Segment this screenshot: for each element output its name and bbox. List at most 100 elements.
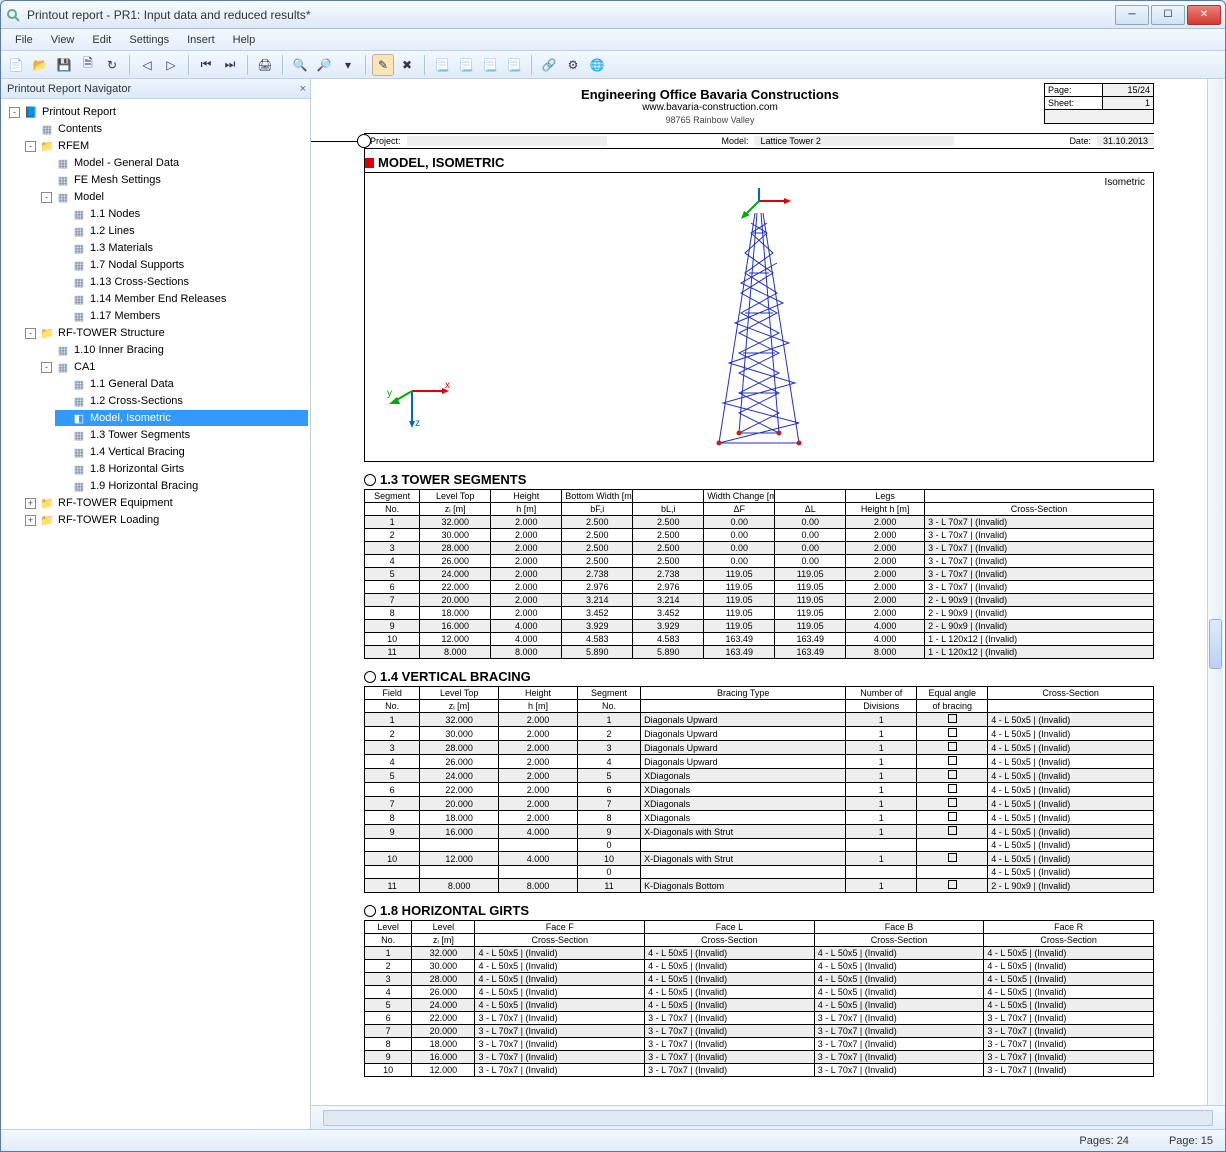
nav-first-icon[interactable]: ◁ — [136, 54, 158, 76]
zoom-in-icon[interactable]: 🔍 — [289, 54, 311, 76]
tree-item[interactable]: -📁RF-TOWER Structure — [23, 325, 308, 341]
tree-item[interactable]: ▦Model - General Data — [39, 155, 308, 171]
settings-icon[interactable]: ⚙ — [562, 54, 584, 76]
table-row: 132.0002.0002.5002.5000.000.002.0003 - L… — [365, 516, 1154, 529]
doc4-icon[interactable]: 📃 — [503, 54, 525, 76]
table-header: Divisions — [846, 700, 917, 713]
tree-item[interactable]: -▦CA1 — [39, 359, 308, 375]
table-cell: XDiagonals — [641, 769, 846, 783]
zoom-out-icon[interactable]: 🔎 — [313, 54, 335, 76]
tree-toggle-icon[interactable]: - — [9, 107, 20, 118]
table-cell: 4 - L 50x5 | (Invalid) — [475, 999, 645, 1012]
tree-item[interactable]: ▦1.2 Lines — [55, 223, 308, 239]
table-header: Face L — [645, 921, 815, 934]
scrollbar-thumb[interactable] — [1209, 619, 1222, 669]
table-header: Bracing Type — [641, 687, 846, 700]
tree-item[interactable]: -▦Model — [39, 189, 308, 205]
tree-toggle-icon[interactable]: - — [25, 141, 36, 152]
table-cell: 1 — [846, 797, 917, 811]
table-cell: 163.49 — [775, 633, 846, 646]
tree-item[interactable]: ▦FE Mesh Settings — [39, 172, 308, 188]
print-icon[interactable]: 🖨 — [254, 54, 276, 76]
table-cell — [917, 879, 988, 893]
document-scroll[interactable]: Engineering Office Bavaria Constructions… — [311, 79, 1225, 1105]
tree-toggle-icon[interactable]: - — [25, 328, 36, 339]
remove-icon[interactable]: ✖ — [396, 54, 418, 76]
table-header: zᵢ [m] — [420, 503, 491, 516]
tree-item[interactable]: +📁RF-TOWER Equipment — [23, 495, 308, 511]
table-cell: 10 — [578, 852, 641, 866]
menu-insert[interactable]: Insert — [179, 32, 223, 48]
menu-help[interactable]: Help — [225, 32, 264, 48]
table-cell: 5.890 — [562, 646, 633, 659]
tree-item[interactable]: ▦Contents — [23, 121, 308, 137]
close-button[interactable]: ✕ — [1187, 5, 1221, 25]
zoom-fit-icon[interactable]: ▾ — [337, 54, 359, 76]
table-cell — [846, 839, 917, 852]
link-icon[interactable]: 🔗 — [538, 54, 560, 76]
tree-toggle-icon[interactable]: - — [41, 362, 52, 373]
horizontal-scrollbar[interactable] — [323, 1110, 1213, 1126]
table-cell: 3 - L 70x7 | (Invalid) — [645, 1038, 815, 1051]
doc2-icon[interactable]: 📃 — [455, 54, 477, 76]
table-cell: 3 - L 70x7 | (Invalid) — [475, 1025, 645, 1038]
menu-settings[interactable]: Settings — [121, 32, 177, 48]
table-cell: 2.000 — [846, 555, 925, 568]
tree-item[interactable]: +📁RF-TOWER Loading — [23, 512, 308, 528]
doc1-icon[interactable]: 📃 — [431, 54, 453, 76]
tree-toggle-icon[interactable]: - — [41, 192, 52, 203]
table-cell: Diagonals Upward — [641, 727, 846, 741]
table-cell: 8 — [365, 811, 420, 825]
navigator-tree[interactable]: -📘Printout Report▦Contents-📁RFEM▦Model -… — [1, 99, 310, 1129]
tree-item[interactable]: ▦1.3 Tower Segments — [55, 427, 308, 443]
tree-item[interactable]: ▦1.4 Vertical Bracing — [55, 444, 308, 460]
tree-item[interactable]: ▦1.14 Member End Releases — [55, 291, 308, 307]
new-icon[interactable]: 📄 — [5, 54, 27, 76]
select-icon[interactable]: ✎ — [372, 54, 394, 76]
model-label: Model: — [715, 136, 754, 146]
tree-item[interactable]: ▦1.1 General Data — [55, 376, 308, 392]
table-cell: 4 - L 50x5 | (Invalid) — [988, 755, 1154, 769]
navigator-close-icon[interactable]: × — [300, 83, 306, 95]
tree-item[interactable]: ▦1.7 Nodal Supports — [55, 257, 308, 273]
table-cell: 2.000 — [846, 529, 925, 542]
page-first-icon[interactable]: ⏮ — [195, 54, 217, 76]
report-icon: 📘 — [23, 105, 39, 119]
tree-item[interactable]: ▦1.13 Cross-Sections — [55, 274, 308, 290]
lang-icon[interactable]: 🌐 — [586, 54, 608, 76]
tree-item[interactable]: ▦1.9 Horizontal Bracing — [55, 478, 308, 494]
nav-next-icon[interactable]: ▷ — [160, 54, 182, 76]
save-icon[interactable]: 💾 — [53, 54, 75, 76]
tree-item-label: Contents — [58, 123, 102, 135]
tree-item[interactable]: ▦1.1 Nodes — [55, 206, 308, 222]
table-row: 524.0002.0005XDiagonals14 - L 50x5 | (In… — [365, 769, 1154, 783]
tree-toggle-icon[interactable]: + — [25, 498, 36, 509]
table-cell: 4 - L 50x5 | (Invalid) — [984, 999, 1154, 1012]
table-cell: 2.000 — [499, 769, 578, 783]
table-cell: 4 - L 50x5 | (Invalid) — [475, 947, 645, 960]
tree-item[interactable]: ▦1.3 Materials — [55, 240, 308, 256]
tree-item[interactable]: ▦1.2 Cross-Sections — [55, 393, 308, 409]
tree-toggle-icon[interactable]: + — [25, 515, 36, 526]
tree-item[interactable]: ▦1.10 Inner Bracing — [39, 342, 308, 358]
page-last-icon[interactable]: ⏭ — [219, 54, 241, 76]
tree-item[interactable]: ▦1.8 Horizontal Girts — [55, 461, 308, 477]
toolbar-separator — [129, 55, 130, 75]
doc3-icon[interactable]: 📃 — [479, 54, 501, 76]
save-all-icon[interactable]: 🗎 — [77, 54, 99, 76]
refresh-icon[interactable]: ↻ — [101, 54, 123, 76]
tree-item[interactable]: -📘Printout Report — [7, 104, 308, 120]
tree-item[interactable]: ◧Model, Isometric — [55, 410, 308, 426]
vertical-scrollbar[interactable] — [1207, 79, 1223, 1105]
maximize-button[interactable]: ☐ — [1151, 5, 1185, 25]
tree-item[interactable]: -📁RFEM — [23, 138, 308, 154]
tree-item[interactable]: ▦1.17 Members — [55, 308, 308, 324]
menu-view[interactable]: View — [43, 32, 83, 48]
minimize-button[interactable]: ─ — [1115, 5, 1149, 25]
svg-text:y: y — [387, 388, 392, 399]
table-row: 426.0002.0002.5002.5000.000.002.0003 - L… — [365, 555, 1154, 568]
menu-file[interactable]: File — [7, 32, 41, 48]
table-cell: 2 - L 90x9 | (Invalid) — [988, 879, 1154, 893]
menu-edit[interactable]: Edit — [84, 32, 119, 48]
open-icon[interactable]: 📂 — [29, 54, 51, 76]
